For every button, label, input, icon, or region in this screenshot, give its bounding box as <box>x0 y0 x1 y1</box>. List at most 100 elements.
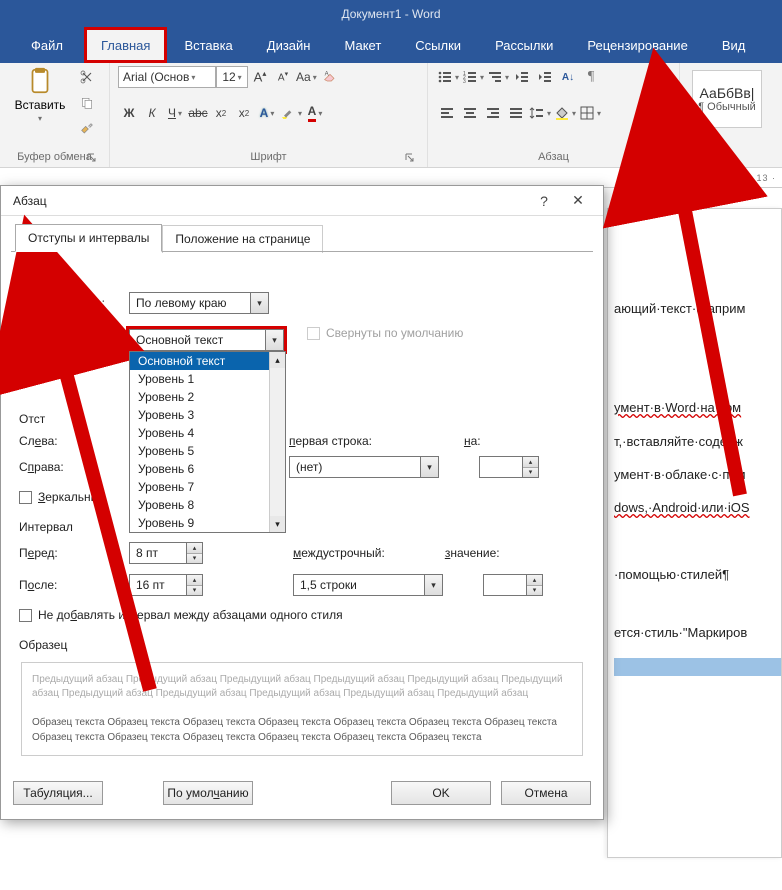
tab-design[interactable]: Дизайн <box>250 27 328 63</box>
dialog-help-button[interactable]: ? <box>527 186 561 216</box>
spin-down-icon[interactable]: ▾ <box>187 586 202 596</box>
level-option[interactable]: Основной текст <box>130 352 285 370</box>
mirror-checkbox[interactable]: Зеркальные <box>19 490 106 504</box>
clear-formatting-button[interactable]: A <box>319 66 341 88</box>
level-option[interactable]: Уровень 3 <box>130 406 285 424</box>
sort-button[interactable]: А↓ <box>557 66 579 88</box>
change-case-button[interactable]: Aa▾ <box>295 66 318 88</box>
italic-button[interactable]: К <box>141 102 163 124</box>
before-spinner[interactable]: 8 пт ▴▾ <box>129 542 203 564</box>
decrease-indent-button[interactable] <box>511 66 533 88</box>
cut-button[interactable] <box>76 66 98 88</box>
level-option[interactable]: Уровень 1 <box>130 370 285 388</box>
style-normal[interactable]: АаБбВв| ¶ Обычный <box>692 70 762 128</box>
copy-button[interactable] <box>76 92 98 114</box>
spin-up-icon[interactable]: ▴ <box>527 575 542 586</box>
doc-line: т,·вставляйте·содерж <box>614 428 781 455</box>
doc-line: умент·в·облаке·с·пом <box>614 461 781 488</box>
chevron-down-icon[interactable]: ▾ <box>420 457 438 477</box>
dropdown-scrollbar[interactable]: ▴ ▾ <box>269 352 285 532</box>
numbering-button[interactable]: 123▾ <box>461 66 485 88</box>
tab-view[interactable]: Вид <box>705 27 763 63</box>
chevron-down-icon[interactable]: ▾ <box>424 575 442 595</box>
svg-text:A: A <box>324 72 328 78</box>
tab-review[interactable]: Рецензирование <box>570 27 704 63</box>
tab-layout[interactable]: Макет <box>327 27 398 63</box>
underline-button[interactable]: Ч▾ <box>164 102 186 124</box>
format-painter-button[interactable] <box>76 118 98 140</box>
first-line-combo[interactable]: (нет) ▾ <box>289 456 439 478</box>
doc-line: умент·в·Word·на·ком <box>614 394 781 421</box>
default-button[interactable]: По умолчанию <box>163 781 253 805</box>
spin-down-icon[interactable]: ▾ <box>187 554 202 564</box>
line-spacing-value: 1,5 строки <box>294 578 424 592</box>
tab-mailings[interactable]: Рассылки <box>478 27 570 63</box>
ok-button[interactable]: OK <box>391 781 491 805</box>
font-color-button[interactable]: A▾ <box>304 102 326 124</box>
paintbrush-icon <box>79 121 95 137</box>
increase-indent-button[interactable] <box>534 66 556 88</box>
font-name-combo[interactable]: Arial (Основ▾ <box>118 66 216 88</box>
superscript-button[interactable]: x2 <box>233 102 255 124</box>
paragraph-dialog-launcher[interactable] <box>655 151 669 165</box>
cancel-button[interactable]: Отмена <box>501 781 591 805</box>
bullets-button[interactable]: ▾ <box>436 66 460 88</box>
align-center-button[interactable] <box>459 102 481 124</box>
spin-up-icon[interactable]: ▴ <box>523 457 538 468</box>
dialog-tab-position[interactable]: Положение на странице <box>162 225 323 253</box>
level-option[interactable]: Уровень 4 <box>130 424 285 442</box>
numbering-icon: 123 <box>462 69 478 85</box>
line-spacing-combo[interactable]: 1,5 строки ▾ <box>293 574 443 596</box>
clipboard-dialog-launcher[interactable] <box>85 151 99 165</box>
alignment-combo[interactable]: По левому краю ▾ <box>129 292 269 314</box>
spin-down-icon[interactable]: ▾ <box>527 586 542 596</box>
chevron-down-icon[interactable]: ▾ <box>250 293 268 313</box>
bold-button[interactable]: Ж <box>118 102 140 124</box>
align-right-button[interactable] <box>482 102 504 124</box>
dialog-titlebar[interactable]: Абзац ? ✕ <box>1 186 603 216</box>
tab-file[interactable]: Файл <box>10 27 84 63</box>
strike-button[interactable]: abc <box>187 102 209 124</box>
value-label: значение: <box>445 546 500 560</box>
spin-up-icon[interactable]: ▴ <box>187 543 202 554</box>
first-line-label: первая строка: <box>289 434 372 448</box>
after-spinner[interactable]: 16 пт ▴▾ <box>129 574 203 596</box>
level-option[interactable]: Уровень 2 <box>130 388 285 406</box>
subscript-button[interactable]: x2 <box>210 102 232 124</box>
shading-button[interactable]: ▾ <box>553 102 577 124</box>
level-option[interactable]: Уровень 9 <box>130 514 285 532</box>
multilevel-button[interactable]: ▾ <box>486 66 510 88</box>
tab-references[interactable]: Ссылки <box>398 27 478 63</box>
level-option[interactable]: Уровень 5 <box>130 442 285 460</box>
spin-up-icon[interactable]: ▴ <box>187 575 202 586</box>
by-spinner[interactable]: ▴▾ <box>479 456 539 478</box>
scroll-down-icon[interactable]: ▾ <box>270 516 285 532</box>
tab-home[interactable]: Главная <box>84 27 167 63</box>
spin-down-icon[interactable]: ▾ <box>523 468 538 478</box>
value-spinner[interactable]: ▴▾ <box>483 574 543 596</box>
align-left-button[interactable] <box>436 102 458 124</box>
grow-font-button[interactable]: A▴ <box>249 66 271 88</box>
chevron-down-icon[interactable]: ▾ <box>265 330 283 350</box>
shrink-font-button[interactable]: A▾ <box>272 66 294 88</box>
level-option[interactable]: Уровень 6 <box>130 460 285 478</box>
text-effects-button[interactable]: A▾ <box>256 102 278 124</box>
paste-button[interactable]: Вставить ▾ <box>8 66 72 123</box>
scroll-up-icon[interactable]: ▴ <box>270 352 285 368</box>
justify-button[interactable] <box>505 102 527 124</box>
borders-button[interactable]: ▾ <box>578 102 602 124</box>
font-dialog-launcher[interactable] <box>403 151 417 165</box>
tabs-button[interactable]: Табуляция... <box>13 781 103 805</box>
no-space-same-checkbox[interactable]: Не добавлять интервал между абзацами одн… <box>19 608 343 622</box>
dialog-close-button[interactable]: ✕ <box>561 186 595 216</box>
tab-insert[interactable]: Вставка <box>167 27 249 63</box>
level-option[interactable]: Уровень 8 <box>130 496 285 514</box>
highlight-button[interactable]: ▾ <box>279 102 303 124</box>
dialog-tab-indents[interactable]: Отступы и интервалы <box>15 224 162 252</box>
level-option[interactable]: Уровень 7 <box>130 478 285 496</box>
font-size-combo[interactable]: 12▾ <box>216 66 248 88</box>
paste-label: Вставить <box>15 98 66 112</box>
line-spacing-button[interactable]: ▾ <box>528 102 552 124</box>
show-marks-button[interactable]: ¶ <box>580 66 602 88</box>
level-combo[interactable]: Основной текст ▾ <box>129 329 284 351</box>
